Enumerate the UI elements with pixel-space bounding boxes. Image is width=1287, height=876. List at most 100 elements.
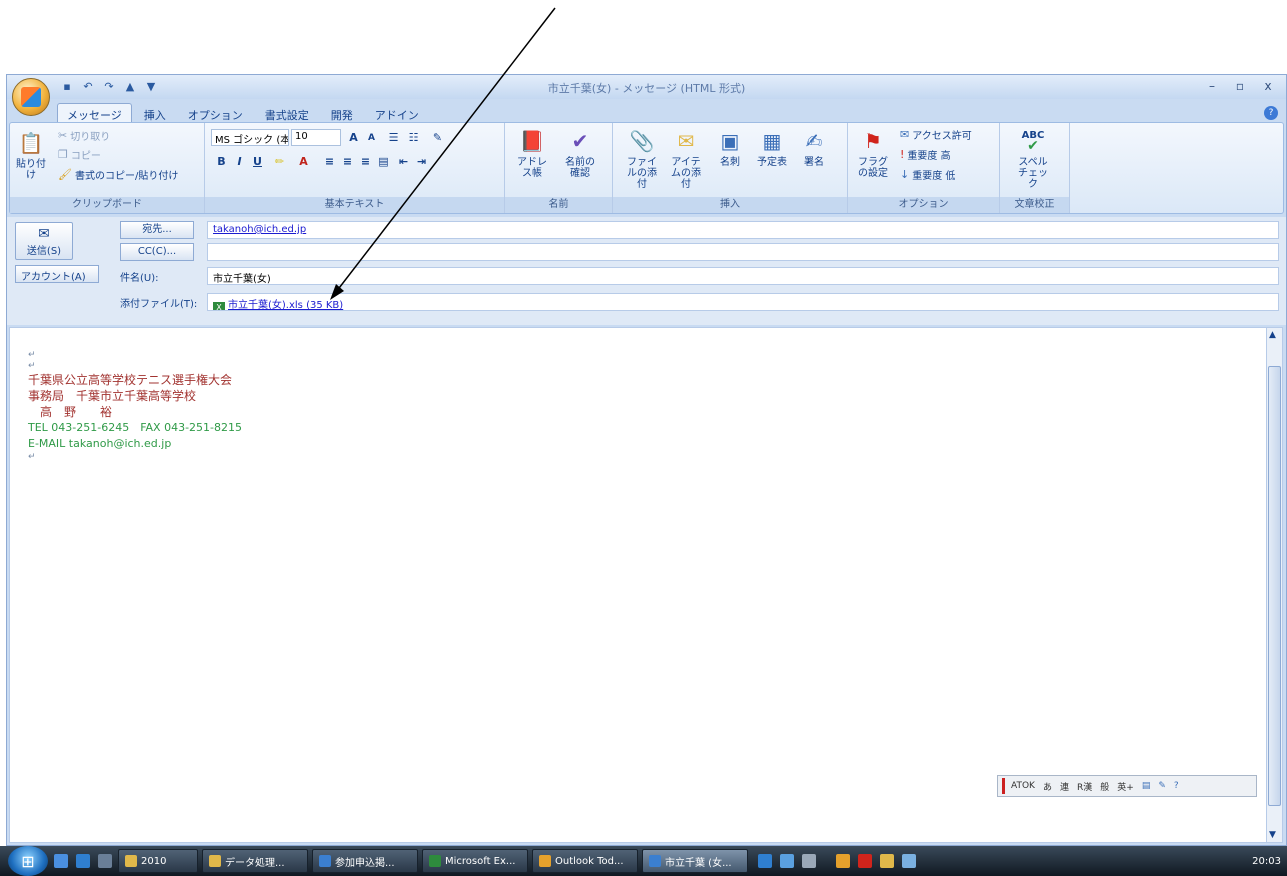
group-basic-text: MS ゴシック (本 10 A A ☰ ☷ ✎ B I U ✏ A ≡ ≡ ≡ … <box>205 123 505 213</box>
message-header: ✉ 送信(S) アカウント(A) 宛先... takanoh@ich.ed.jp… <box>7 217 1286 325</box>
align-left-icon[interactable]: ≡ <box>321 153 338 170</box>
task-item[interactable]: Outlook Tod... <box>532 849 638 873</box>
tab-format-text[interactable]: 書式設定 <box>255 103 319 122</box>
permission-icon: ✉ <box>900 128 910 141</box>
attachment-field[interactable]: X 市立千葉(女).xls (35 KB) <box>207 293 1279 311</box>
copy-button[interactable]: ❐ コピー <box>58 147 101 162</box>
clear-formatting-icon[interactable]: ✎ <box>429 129 446 146</box>
font-color-icon[interactable]: A <box>295 153 312 170</box>
body-scrollbar[interactable]: ▲ ▼ <box>1266 327 1283 843</box>
attach-item-button[interactable]: ✉ アイテムの添付 <box>667 127 705 191</box>
window-title: 市立千葉(女) - メッセージ (HTML 形式) <box>547 82 746 95</box>
ime-english[interactable]: 英+ <box>1115 780 1136 793</box>
high-importance-button[interactable]: ! 重要度 高 <box>900 147 951 162</box>
quicklaunch-overflow-icon[interactable] <box>98 854 112 868</box>
signature-button[interactable]: ✍ 署名 <box>795 127 833 169</box>
signature-phone: TEL 043-251-6245 FAX 043-251-8215 <box>28 421 243 434</box>
format-painter-button[interactable]: 🖌 書式のコピー/貼り付け <box>58 167 178 182</box>
permission-button[interactable]: ✉ アクセス許可 <box>900 127 972 142</box>
help-tray-icon[interactable] <box>780 854 794 868</box>
ime-handle[interactable] <box>1002 778 1005 794</box>
font-size-select[interactable]: 10 <box>291 129 341 146</box>
ime-tray-icon[interactable] <box>802 854 816 868</box>
italic-icon[interactable]: I <box>231 153 248 170</box>
tab-add-ins[interactable]: アドイン <box>365 103 429 122</box>
show-desktop-icon[interactable] <box>54 854 68 868</box>
cc-button[interactable]: CC(C)... <box>120 243 194 261</box>
cut-button[interactable]: ✂ 切り取り <box>58 128 110 143</box>
send-button[interactable]: ✉ 送信(S) <box>15 222 73 260</box>
tray-app-icon[interactable] <box>836 854 850 868</box>
paste-button[interactable]: 📋 貼り付け <box>12 129 50 182</box>
group-proofing: ABC ✔ スペルチェック 文章校正 <box>1000 123 1070 213</box>
bold-icon[interactable]: B <box>213 153 230 170</box>
ime-conversion[interactable]: 連 <box>1058 780 1071 793</box>
attachment-link[interactable]: 市立千葉(女).xls (35 KB) <box>228 300 343 310</box>
format-painter-icon: 🖌 <box>58 168 72 181</box>
grow-font-icon[interactable]: A <box>345 129 362 146</box>
task-item[interactable]: データ処理... <box>202 849 308 873</box>
minimize-button[interactable]: – <box>1200 77 1224 95</box>
close-button[interactable]: x <box>1256 77 1280 95</box>
office-button[interactable] <box>12 78 50 116</box>
message-body[interactable]: ↵ ↵ 千葉県公立高等学校テニス選手権大会 事務局 千葉市立千葉高等学校 高 野… <box>9 327 1267 843</box>
ime-general[interactable]: 般 <box>1098 780 1111 793</box>
low-importance-button[interactable]: ↓ 重要度 低 <box>900 167 955 182</box>
group-label-options: オプション <box>848 197 999 213</box>
font-name-select[interactable]: MS ゴシック (本 <box>211 129 289 146</box>
decrease-indent-icon[interactable]: ⇤ <box>395 153 412 170</box>
account-button[interactable]: アカウント(A) <box>15 265 99 283</box>
increase-indent-icon[interactable]: ⇥ <box>413 153 430 170</box>
language-bar-icon[interactable] <box>758 854 772 868</box>
tab-insert[interactable]: 挿入 <box>134 103 176 122</box>
address-book-button[interactable]: 📕 アドレス帳 <box>513 127 551 180</box>
business-card-button[interactable]: ▣ 名刺 <box>711 127 749 169</box>
underline-icon[interactable]: U <box>249 153 266 170</box>
ie-icon[interactable] <box>76 854 90 868</box>
ime-menu-icon[interactable]: ▤ <box>1140 781 1153 791</box>
ime-hiragana[interactable]: あ <box>1041 780 1054 793</box>
tab-options[interactable]: オプション <box>178 103 253 122</box>
group-label-insert: 挿入 <box>613 197 847 213</box>
to-button[interactable]: 宛先... <box>120 221 194 239</box>
scroll-up-icon[interactable]: ▲ <box>1269 330 1276 340</box>
numbering-icon[interactable]: ☷ <box>405 129 422 146</box>
ime-help-icon[interactable]: ? <box>1172 781 1181 791</box>
calendar-button[interactable]: ▦ 予定表 <box>753 127 791 169</box>
start-button[interactable]: ⊞ <box>8 846 48 876</box>
follow-up-button[interactable]: ⚑ フラグの設定 <box>854 127 892 180</box>
help-icon[interactable]: ? <box>1264 106 1278 120</box>
justify-icon[interactable]: ▤ <box>375 153 392 170</box>
task-item[interactable]: 参加申込掲... <box>312 849 418 873</box>
tray-volume-icon[interactable] <box>902 854 916 868</box>
subject-field[interactable]: 市立千葉(女) <box>207 267 1279 285</box>
bullets-icon[interactable]: ☰ <box>385 129 402 146</box>
spelling-button[interactable]: ABC ✔ スペルチェック <box>1014 127 1052 190</box>
check-names-button[interactable]: ✔ 名前の確認 <box>561 127 599 180</box>
scroll-down-icon[interactable]: ▼ <box>1269 830 1276 840</box>
task-item[interactable]: 2010 <box>118 849 198 873</box>
maximize-button[interactable]: ▫ <box>1228 77 1252 95</box>
shrink-font-icon[interactable]: A <box>363 129 380 146</box>
cc-field[interactable] <box>207 243 1279 261</box>
tray-network-icon[interactable] <box>880 854 894 868</box>
paragraph-mark: ↵ <box>28 361 36 371</box>
task-item[interactable]: Microsoft Ex... <box>422 849 528 873</box>
align-right-icon[interactable]: ≡ <box>357 153 374 170</box>
to-field[interactable]: takanoh@ich.ed.jp <box>207 221 1279 239</box>
tab-message[interactable]: メッセージ <box>57 103 132 122</box>
highlight-icon[interactable]: ✏ <box>271 153 288 170</box>
task-item-active[interactable]: 市立千葉 (女... <box>642 849 748 873</box>
paragraph-mark: ↵ <box>28 350 36 360</box>
align-center-icon[interactable]: ≡ <box>339 153 356 170</box>
tray-security-icon[interactable] <box>858 854 872 868</box>
ime-atok[interactable]: ATOK <box>1009 781 1037 791</box>
document-icon <box>319 855 331 867</box>
clock[interactable]: 20:03 <box>1252 856 1287 867</box>
scroll-thumb[interactable] <box>1268 366 1281 806</box>
ime-kanji[interactable]: R漢 <box>1075 780 1094 793</box>
tab-developer[interactable]: 開発 <box>321 103 363 122</box>
attach-file-button[interactable]: 📎 ファイルの添付 <box>623 127 661 191</box>
windows-logo-icon: ⊞ <box>21 851 35 871</box>
ime-tool-icon[interactable]: ✎ <box>1156 781 1168 791</box>
